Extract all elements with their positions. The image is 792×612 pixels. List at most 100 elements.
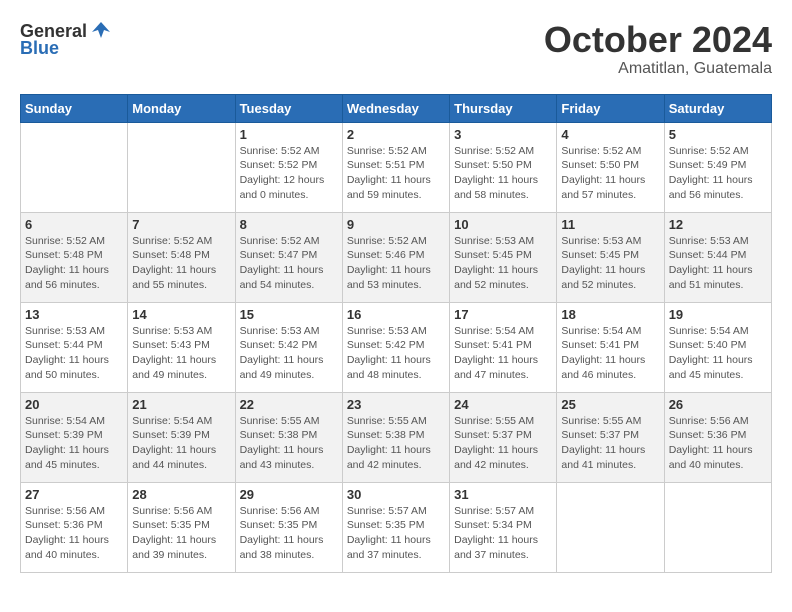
day-number: 17 bbox=[454, 307, 552, 322]
day-number: 18 bbox=[561, 307, 659, 322]
day-info: Sunrise: 5:55 AMSunset: 5:38 PMDaylight:… bbox=[347, 414, 445, 473]
day-cell: 22Sunrise: 5:55 AMSunset: 5:38 PMDayligh… bbox=[235, 392, 342, 482]
day-info: Sunrise: 5:52 AMSunset: 5:51 PMDaylight:… bbox=[347, 144, 445, 203]
day-cell: 5 Sunrise: 5:52 AMSunset: 5:49 PMDaylight… bbox=[664, 122, 771, 212]
day-number: 25 bbox=[561, 397, 659, 412]
day-cell: 24Sunrise: 5:55 AMSunset: 5:37 PMDayligh… bbox=[450, 392, 557, 482]
day-cell bbox=[664, 482, 771, 572]
day-number: 5 bbox=[669, 127, 767, 142]
day-number: 27 bbox=[25, 487, 123, 502]
day-cell: 14 Sunrise: 5:53 AMSunset: 5:43 PMDayligh… bbox=[128, 302, 235, 392]
header-saturday: Saturday bbox=[664, 94, 771, 122]
day-info: Sunrise: 5:54 AMSunset: 5:40 PMDaylight:… bbox=[669, 324, 767, 383]
day-number: 3 bbox=[454, 127, 552, 142]
day-cell: 15 Sunrise: 5:53 AMSunset: 5:42 PMDayligh… bbox=[235, 302, 342, 392]
day-number: 24 bbox=[454, 397, 552, 412]
day-cell bbox=[128, 122, 235, 212]
day-cell: 8 Sunrise: 5:52 AMSunset: 5:47 PMDaylight… bbox=[235, 212, 342, 302]
title-block: October 2024 Amatitlan, Guatemala bbox=[544, 20, 772, 78]
day-number: 4 bbox=[561, 127, 659, 142]
week-row-4: 20 Sunrise: 5:54 AMSunset: 5:39 PMDayligh… bbox=[21, 392, 772, 482]
week-row-2: 6 Sunrise: 5:52 AMSunset: 5:48 PMDaylight… bbox=[21, 212, 772, 302]
day-cell: 30 Sunrise: 5:57 AMSunset: 5:35 PMDayligh… bbox=[342, 482, 449, 572]
day-number: 23 bbox=[347, 397, 445, 412]
day-number: 10 bbox=[454, 217, 552, 232]
day-info: Sunrise: 5:53 AMSunset: 5:45 PMDaylight:… bbox=[561, 234, 659, 293]
header-sunday: Sunday bbox=[21, 94, 128, 122]
day-info: Sunrise: 5:52 AMSunset: 5:48 PMDaylight:… bbox=[25, 234, 123, 293]
day-cell: 21 Sunrise: 5:54 AMSunset: 5:39 PMDayligh… bbox=[128, 392, 235, 482]
day-number: 19 bbox=[669, 307, 767, 322]
day-cell: 12 Sunrise: 5:53 AMSunset: 5:44 PMDayligh… bbox=[664, 212, 771, 302]
header-tuesday: Tuesday bbox=[235, 94, 342, 122]
location: Amatitlan, Guatemala bbox=[544, 60, 772, 78]
week-row-3: 13Sunrise: 5:53 AMSunset: 5:44 PMDayligh… bbox=[21, 302, 772, 392]
day-info: Sunrise: 5:52 AMSunset: 5:47 PMDaylight:… bbox=[240, 234, 338, 293]
day-info: Sunrise: 5:53 AMSunset: 5:44 PMDaylight:… bbox=[669, 234, 767, 293]
day-number: 9 bbox=[347, 217, 445, 232]
day-number: 11 bbox=[561, 217, 659, 232]
day-number: 8 bbox=[240, 217, 338, 232]
day-info: Sunrise: 5:52 AMSunset: 5:50 PMDaylight:… bbox=[561, 144, 659, 203]
calendar-header-row: SundayMondayTuesdayWednesdayThursdayFrid… bbox=[21, 94, 772, 122]
day-cell: 2 Sunrise: 5:52 AMSunset: 5:51 PMDaylight… bbox=[342, 122, 449, 212]
day-info: Sunrise: 5:57 AMSunset: 5:34 PMDaylight:… bbox=[454, 504, 552, 563]
day-cell bbox=[557, 482, 664, 572]
header-friday: Friday bbox=[557, 94, 664, 122]
day-cell: 7Sunrise: 5:52 AMSunset: 5:48 PMDaylight… bbox=[128, 212, 235, 302]
day-cell: 10 Sunrise: 5:53 AMSunset: 5:45 PMDayligh… bbox=[450, 212, 557, 302]
day-cell: 27 Sunrise: 5:56 AMSunset: 5:36 PMDayligh… bbox=[21, 482, 128, 572]
logo-bird-icon bbox=[90, 20, 112, 42]
logo-blue-text: Blue bbox=[20, 38, 59, 59]
day-info: Sunrise: 5:54 AMSunset: 5:39 PMDaylight:… bbox=[132, 414, 230, 473]
day-number: 30 bbox=[347, 487, 445, 502]
day-cell: 19 Sunrise: 5:54 AMSunset: 5:40 PMDayligh… bbox=[664, 302, 771, 392]
day-info: Sunrise: 5:53 AMSunset: 5:42 PMDaylight:… bbox=[240, 324, 338, 383]
day-cell: 23 Sunrise: 5:55 AMSunset: 5:38 PMDayligh… bbox=[342, 392, 449, 482]
day-cell: 28Sunrise: 5:56 AMSunset: 5:35 PMDayligh… bbox=[128, 482, 235, 572]
day-info: Sunrise: 5:52 AMSunset: 5:52 PMDaylight:… bbox=[240, 144, 338, 203]
day-info: Sunrise: 5:52 AMSunset: 5:49 PMDaylight:… bbox=[669, 144, 767, 203]
day-number: 28 bbox=[132, 487, 230, 502]
day-number: 20 bbox=[25, 397, 123, 412]
day-info: Sunrise: 5:54 AMSunset: 5:41 PMDaylight:… bbox=[561, 324, 659, 383]
day-number: 16 bbox=[347, 307, 445, 322]
day-cell: 11 Sunrise: 5:53 AMSunset: 5:45 PMDayligh… bbox=[557, 212, 664, 302]
day-cell: 17Sunrise: 5:54 AMSunset: 5:41 PMDayligh… bbox=[450, 302, 557, 392]
day-cell: 29Sunrise: 5:56 AMSunset: 5:35 PMDayligh… bbox=[235, 482, 342, 572]
day-number: 1 bbox=[240, 127, 338, 142]
day-cell: 9 Sunrise: 5:52 AMSunset: 5:46 PMDaylight… bbox=[342, 212, 449, 302]
day-number: 12 bbox=[669, 217, 767, 232]
day-number: 6 bbox=[25, 217, 123, 232]
day-info: Sunrise: 5:55 AMSunset: 5:38 PMDaylight:… bbox=[240, 414, 338, 473]
day-cell: 25 Sunrise: 5:55 AMSunset: 5:37 PMDayligh… bbox=[557, 392, 664, 482]
day-cell: 18 Sunrise: 5:54 AMSunset: 5:41 PMDayligh… bbox=[557, 302, 664, 392]
day-cell: 13Sunrise: 5:53 AMSunset: 5:44 PMDayligh… bbox=[21, 302, 128, 392]
day-number: 21 bbox=[132, 397, 230, 412]
day-cell: 3Sunrise: 5:52 AMSunset: 5:50 PMDaylight… bbox=[450, 122, 557, 212]
day-number: 2 bbox=[347, 127, 445, 142]
day-info: Sunrise: 5:53 AMSunset: 5:45 PMDaylight:… bbox=[454, 234, 552, 293]
day-info: Sunrise: 5:56 AMSunset: 5:36 PMDaylight:… bbox=[25, 504, 123, 563]
day-info: Sunrise: 5:56 AMSunset: 5:36 PMDaylight:… bbox=[669, 414, 767, 473]
day-number: 14 bbox=[132, 307, 230, 322]
day-cell: 6 Sunrise: 5:52 AMSunset: 5:48 PMDaylight… bbox=[21, 212, 128, 302]
day-info: Sunrise: 5:57 AMSunset: 5:35 PMDaylight:… bbox=[347, 504, 445, 563]
day-info: Sunrise: 5:55 AMSunset: 5:37 PMDaylight:… bbox=[561, 414, 659, 473]
day-info: Sunrise: 5:54 AMSunset: 5:39 PMDaylight:… bbox=[25, 414, 123, 473]
header-thursday: Thursday bbox=[450, 94, 557, 122]
day-cell: 1 Sunrise: 5:52 AMSunset: 5:52 PMDaylight… bbox=[235, 122, 342, 212]
day-number: 15 bbox=[240, 307, 338, 322]
day-info: Sunrise: 5:52 AMSunset: 5:46 PMDaylight:… bbox=[347, 234, 445, 293]
logo: General Blue bbox=[20, 20, 113, 59]
header-wednesday: Wednesday bbox=[342, 94, 449, 122]
day-cell: 4 Sunrise: 5:52 AMSunset: 5:50 PMDaylight… bbox=[557, 122, 664, 212]
day-number: 31 bbox=[454, 487, 552, 502]
day-number: 26 bbox=[669, 397, 767, 412]
day-info: Sunrise: 5:53 AMSunset: 5:44 PMDaylight:… bbox=[25, 324, 123, 383]
day-cell: 31 Sunrise: 5:57 AMSunset: 5:34 PMDayligh… bbox=[450, 482, 557, 572]
week-row-5: 27 Sunrise: 5:56 AMSunset: 5:36 PMDayligh… bbox=[21, 482, 772, 572]
week-row-1: 1 Sunrise: 5:52 AMSunset: 5:52 PMDaylight… bbox=[21, 122, 772, 212]
day-cell bbox=[21, 122, 128, 212]
day-info: Sunrise: 5:53 AMSunset: 5:43 PMDaylight:… bbox=[132, 324, 230, 383]
